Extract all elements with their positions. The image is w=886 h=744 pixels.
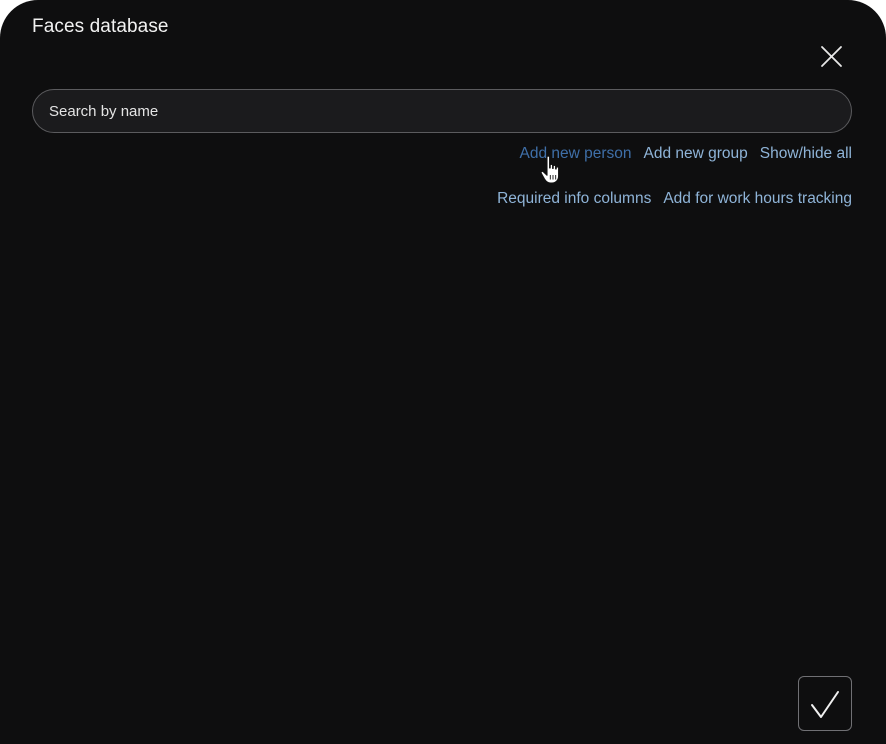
show-hide-all-link[interactable]: Show/hide all: [760, 145, 852, 163]
add-new-group-link[interactable]: Add new group: [644, 145, 748, 163]
close-button[interactable]: [817, 43, 845, 71]
confirm-button[interactable]: [798, 676, 852, 731]
search-box: [32, 89, 852, 133]
add-new-person-link[interactable]: Add new person: [519, 145, 631, 163]
required-info-columns-link[interactable]: Required info columns: [497, 190, 651, 208]
search-input[interactable]: [33, 90, 851, 132]
actions-row-secondary: Required info columns Add for work hours…: [497, 190, 852, 208]
close-icon: [821, 46, 842, 67]
dialog-title: Faces database: [32, 16, 169, 37]
actions-row-primary: Add new person Add new group Show/hide a…: [519, 145, 852, 163]
add-work-hours-tracking-link[interactable]: Add for work hours tracking: [663, 190, 852, 208]
checkmark-icon: [811, 691, 839, 718]
faces-database-dialog: Faces database Add new person Add new gr…: [0, 0, 886, 744]
